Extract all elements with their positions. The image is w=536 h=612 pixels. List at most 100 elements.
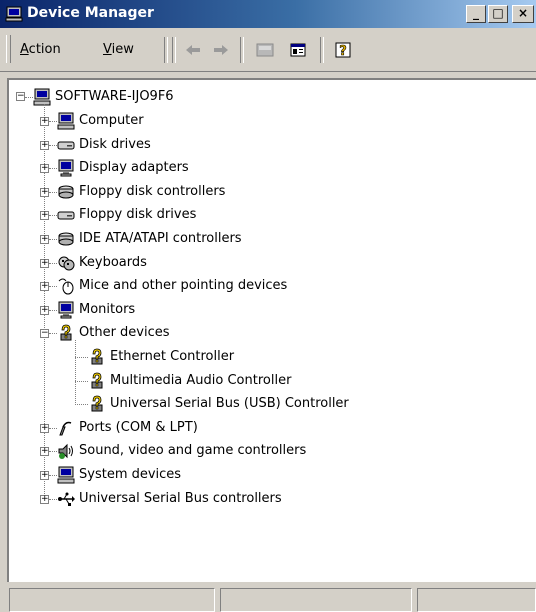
tree-connector bbox=[75, 380, 88, 382]
tree-item-other-devices[interactable]: − Other devices bbox=[9, 322, 529, 344]
floppy-controller-icon bbox=[58, 185, 74, 199]
tree-item-display-adapters[interactable]: + Display adapters bbox=[9, 157, 529, 179]
tree-connector bbox=[49, 309, 57, 311]
tree-item-mice-and-other-pointing-devices-label: Mice and other pointing devices bbox=[79, 278, 288, 294]
tree-item-ide-ata-atapi-controllers-label: IDE ATA/ATAPI controllers bbox=[79, 231, 242, 246]
expand-icon[interactable]: + bbox=[40, 423, 49, 433]
tree-connector bbox=[75, 357, 88, 358]
help-icon[interactable]: ? bbox=[332, 40, 354, 60]
minimize-button[interactable]: _ bbox=[466, 5, 486, 23]
tree-item-floppy-disk-controllers-label: Floppy disk controllers bbox=[79, 183, 226, 199]
port-icon bbox=[59, 421, 72, 436]
tree-item-computer-label: Computer bbox=[79, 113, 144, 128]
tree-item-sound-video-and-game-controllers[interactable]: + Sound, video and game controllers bbox=[9, 440, 529, 462]
tree-item-multimedia-audio-controller-label: Multimedia Audio Controller bbox=[110, 372, 292, 388]
keyboard-icon bbox=[58, 256, 75, 271]
toolbar-separator bbox=[172, 37, 176, 63]
toolbar: Action View ? bbox=[0, 29, 536, 72]
collapse-icon[interactable]: − bbox=[16, 92, 25, 101]
tree-item-computer[interactable]: + Computer bbox=[9, 110, 529, 132]
tree-item-floppy-disk-controllers[interactable]: + Floppy disk controllers bbox=[9, 181, 529, 203]
tree-item-mice-and-other-pointing-devices[interactable]: + Mice and other pointing devices bbox=[9, 275, 529, 297]
menu-action[interactable]: Action bbox=[20, 42, 61, 57]
tree-connector bbox=[75, 340, 76, 405]
expand-icon[interactable]: + bbox=[40, 187, 49, 197]
menu-view-rest: iew bbox=[111, 42, 134, 57]
floppy-drive-icon bbox=[57, 211, 75, 220]
tree-connector bbox=[25, 97, 33, 98]
menu-action-rest: ction bbox=[28, 42, 61, 57]
tree-item-disk-drives[interactable]: + Disk drives bbox=[9, 134, 529, 156]
status-cell bbox=[220, 588, 412, 612]
tree-item-ports-com-lpt-label: Ports (COM & LPT) bbox=[79, 419, 198, 435]
tree-root-label: SOFTWARE-IJO9F6 bbox=[55, 89, 174, 104]
toolbar-separator bbox=[164, 37, 168, 63]
tree-item-ethernet-controller-label: Ethernet Controller bbox=[110, 349, 235, 364]
tree-item-other-devices-label: Other devices bbox=[79, 325, 170, 341]
tree-root[interactable]: − SOFTWARE-IJO9F6 bbox=[9, 86, 509, 108]
collapse-icon[interactable]: − bbox=[40, 329, 49, 339]
tree-connector bbox=[49, 239, 57, 240]
tree-connector bbox=[49, 191, 57, 193]
tree-connector bbox=[49, 475, 57, 476]
tree-connector bbox=[49, 144, 57, 146]
unknown-device-icon bbox=[91, 372, 103, 389]
back-arrow-icon[interactable] bbox=[182, 40, 204, 60]
expand-icon[interactable]: + bbox=[40, 164, 49, 174]
expand-icon[interactable]: + bbox=[40, 211, 49, 221]
up-level-icon[interactable] bbox=[254, 40, 276, 60]
expand-icon[interactable]: + bbox=[40, 258, 49, 268]
expand-icon[interactable]: + bbox=[40, 235, 49, 244]
tree-item-universal-serial-bus-controllers[interactable]: + Universal Serial Bus controllers bbox=[9, 488, 529, 510]
unknown-device-icon bbox=[91, 395, 103, 412]
tree-connector bbox=[49, 262, 57, 264]
expand-icon[interactable]: + bbox=[40, 305, 49, 315]
tree-item-monitors[interactable]: + Monitors bbox=[9, 299, 529, 321]
tree-item-disk-drives-label: Disk drives bbox=[79, 136, 151, 152]
tree-item-ports-com-lpt[interactable]: + Ports (COM & LPT) bbox=[9, 417, 529, 439]
menu-view-accel: V bbox=[103, 42, 112, 57]
device-tree[interactable]: − SOFTWARE-IJO9F6 + Computer + Disk drives +… bbox=[7, 78, 536, 582]
tree-item-keyboards-label: Keyboards bbox=[79, 254, 147, 270]
tree-connector bbox=[75, 404, 88, 406]
sound-icon bbox=[58, 444, 73, 460]
toolbar-grip[interactable] bbox=[6, 35, 11, 63]
tree-item-keyboards[interactable]: + Keyboards bbox=[9, 252, 529, 274]
tree-item-multimedia-audio-controller[interactable]: Multimedia Audio Controller bbox=[9, 370, 529, 392]
tree-item-universal-serial-bus-usb-controller[interactable]: Universal Serial Bus (USB) Controller bbox=[9, 393, 529, 415]
tree-item-universal-serial-bus-controllers-label: Universal Serial Bus controllers bbox=[79, 490, 282, 506]
tree-item-system-devices-label: System devices bbox=[79, 467, 182, 482]
tree-item-system-devices[interactable]: + System devices bbox=[9, 464, 529, 486]
expand-icon[interactable]: + bbox=[40, 471, 49, 480]
tree-connector bbox=[49, 451, 57, 453]
tree-connector bbox=[49, 121, 57, 122]
expand-icon[interactable]: + bbox=[40, 447, 49, 457]
tree-item-ethernet-controller[interactable]: Ethernet Controller bbox=[9, 346, 529, 368]
mouse-icon bbox=[58, 278, 74, 295]
tree-connector bbox=[49, 286, 57, 288]
tree-item-universal-serial-bus-usb-controller-label: Universal Serial Bus (USB) Controller bbox=[110, 396, 349, 412]
properties-icon[interactable] bbox=[287, 40, 309, 60]
display-adapter-icon bbox=[58, 159, 74, 177]
menu-view[interactable]: View bbox=[103, 42, 134, 57]
unknown-device-icon bbox=[60, 324, 72, 341]
system-devices-icon bbox=[57, 466, 75, 484]
tree-connector bbox=[49, 498, 57, 500]
status-bar bbox=[0, 583, 536, 612]
expand-icon[interactable]: + bbox=[40, 140, 49, 150]
disk-drive-icon bbox=[57, 141, 75, 150]
forward-arrow-icon[interactable] bbox=[210, 40, 232, 60]
title-bar[interactable]: Device Manager _ □ × bbox=[0, 0, 536, 28]
expand-icon[interactable]: + bbox=[40, 282, 49, 292]
svg-text:?: ? bbox=[339, 44, 347, 59]
tree-item-ide-ata-atapi-controllers[interactable]: + IDE ATA/ATAPI controllers bbox=[9, 228, 529, 250]
tree-connector bbox=[49, 215, 57, 217]
tree-item-floppy-disk-drives[interactable]: + Floppy disk drives bbox=[9, 204, 529, 226]
expand-icon[interactable]: + bbox=[40, 117, 49, 126]
close-button[interactable]: × bbox=[512, 5, 534, 23]
usb-icon bbox=[58, 492, 75, 506]
window-title: Device Manager bbox=[27, 5, 154, 21]
tree-connector bbox=[49, 427, 57, 429]
expand-icon[interactable]: + bbox=[40, 494, 49, 504]
maximize-button[interactable]: □ bbox=[488, 5, 508, 23]
